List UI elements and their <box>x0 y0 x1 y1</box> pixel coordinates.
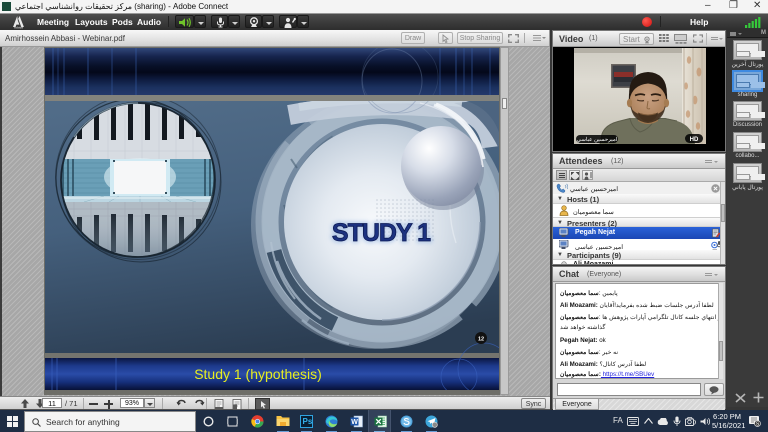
svg-text:Study 1 (hypothesis): Study 1 (hypothesis) <box>194 366 322 382</box>
svg-text:W: W <box>351 419 358 426</box>
svg-text:HD: HD <box>690 137 699 143</box>
svg-text:12: 12 <box>478 337 484 343</box>
svg-text:اميرحسين عباسي: اميرحسين عباسي <box>577 136 618 143</box>
svg-text:Adobe: Adobe <box>14 26 24 29</box>
svg-text:STUDY 1: STUDY 1 <box>332 219 431 247</box>
